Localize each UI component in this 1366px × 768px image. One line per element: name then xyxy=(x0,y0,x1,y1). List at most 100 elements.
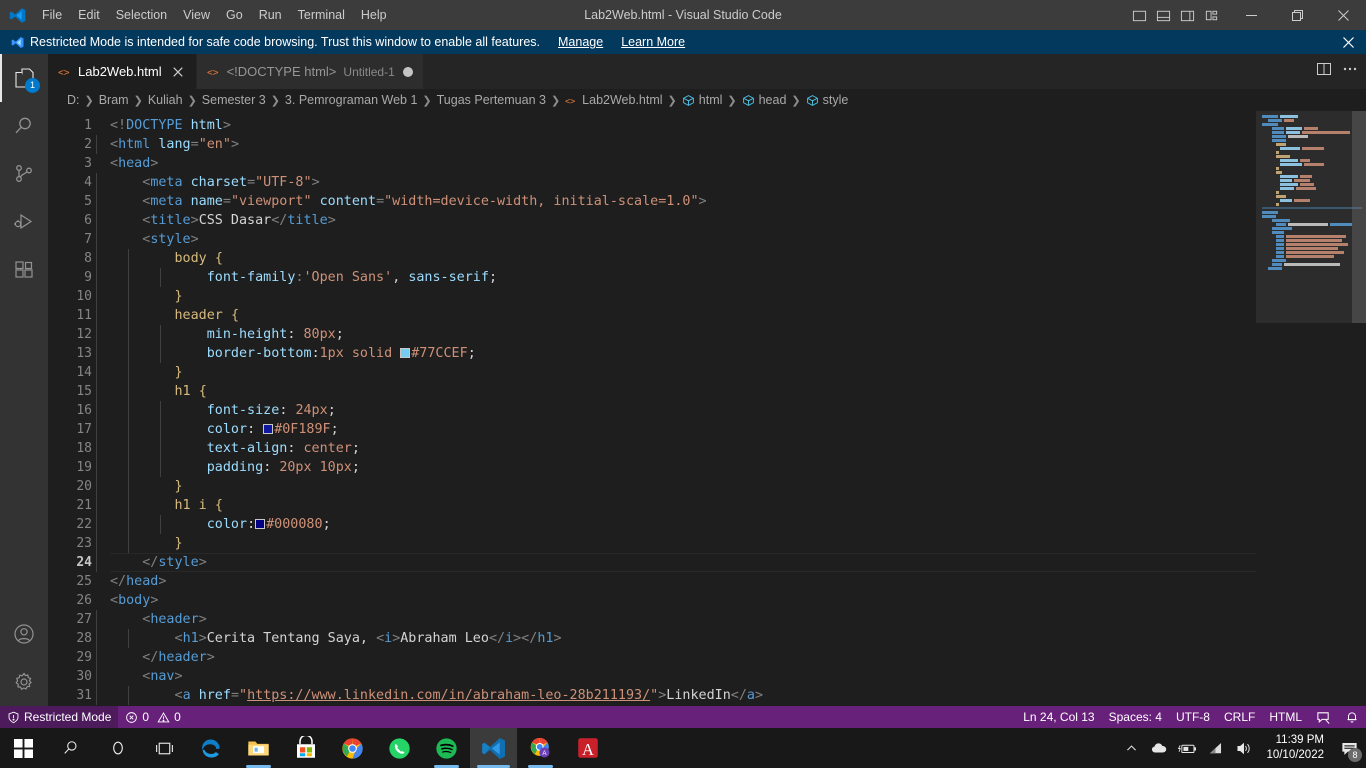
breadcrumb-symbol-style[interactable]: style xyxy=(806,93,848,107)
breadcrumb-item-tugas-pertemuan-3[interactable]: Tugas Pertemuan 3 xyxy=(437,93,546,107)
code-line: 26 <body> xyxy=(48,591,1256,610)
activity-run-and-debug[interactable] xyxy=(0,198,48,246)
banner-manage-link[interactable]: Manage xyxy=(558,35,603,49)
volume-icon[interactable] xyxy=(1230,728,1256,768)
code-editor[interactable]: 1 <!DOCTYPE html> 2 <html lang="en"> 3 <hea… xyxy=(48,111,1366,706)
menu-help[interactable]: Help xyxy=(353,0,395,30)
code-line: 3 <head> xyxy=(48,154,1256,173)
line-number: 26 xyxy=(76,593,92,608)
breadcrumb-item-kuliah[interactable]: Kuliah xyxy=(148,93,183,107)
breadcrumb-separator: ❯ xyxy=(133,94,143,107)
taskbar-clock[interactable]: 11:39 PM 10/10/2022 xyxy=(1258,728,1332,768)
breadcrumb-symbol-head[interactable]: head xyxy=(742,93,786,107)
code-lines: 1 <!DOCTYPE html> 2 <html lang="en"> 3 <hea… xyxy=(48,111,1366,705)
adobe-acrobat-icon[interactable]: A xyxy=(564,728,611,768)
menu-view[interactable]: View xyxy=(175,0,218,30)
close-button[interactable] xyxy=(1320,0,1366,30)
file-explorer-icon[interactable] xyxy=(235,728,282,768)
clock-time: 11:39 PM xyxy=(1275,734,1324,746)
battery-charging-icon[interactable] xyxy=(1174,728,1200,768)
cortana-icon[interactable] xyxy=(94,728,141,768)
status-feedback-icon[interactable] xyxy=(1309,706,1338,728)
line-number: 15 xyxy=(76,384,92,399)
activity-accounts[interactable] xyxy=(0,610,48,658)
split-editor-icon[interactable] xyxy=(1316,61,1332,82)
tab-lab2web-html[interactable]: <> Lab2Web.html xyxy=(48,54,197,89)
svg-text:<>: <> xyxy=(565,96,575,106)
banner-learn-more-link[interactable]: Learn More xyxy=(621,35,685,49)
code-line: 31 <a href="https://www.linkedin.com/in/… xyxy=(48,686,1256,705)
toggle-secondary-sidebar-icon[interactable] xyxy=(1176,4,1198,26)
restricted-mode-label: Restricted Mode xyxy=(24,710,112,724)
activity-explorer[interactable]: 1 xyxy=(0,54,48,102)
microsoft-store-icon[interactable] xyxy=(282,728,329,768)
status-eol[interactable]: CRLF xyxy=(1217,706,1262,728)
activity-manage-settings[interactable] xyxy=(0,658,48,706)
visual-studio-code-icon[interactable] xyxy=(470,728,517,768)
status-notifications-bell-icon[interactable] xyxy=(1338,706,1366,728)
onedrive-icon[interactable] xyxy=(1146,728,1172,768)
line-number: 5 xyxy=(84,194,92,209)
breadcrumb-symbol-html[interactable]: html xyxy=(682,93,723,107)
toggle-primary-sidebar-icon[interactable] xyxy=(1128,4,1150,26)
line-number: 29 xyxy=(76,650,92,665)
line-number: 9 xyxy=(84,270,92,285)
editor-link-url[interactable]: https://www.linkedin.com/in/abraham-leo-… xyxy=(247,688,650,703)
menu-selection[interactable]: Selection xyxy=(108,0,175,30)
more-actions-icon[interactable] xyxy=(1342,61,1358,82)
breadcrumb-item-file[interactable]: <> Lab2Web.html xyxy=(565,93,662,107)
task-view-icon[interactable] xyxy=(141,728,188,768)
spotify-icon[interactable] xyxy=(423,728,470,768)
status-problems[interactable]: 0 0 xyxy=(118,706,187,728)
show-hidden-icons-chevron-icon[interactable] xyxy=(1118,728,1144,768)
chrome-profile-icon[interactable]: A xyxy=(517,728,564,768)
status-cursor-position[interactable]: Ln 24, Col 13 xyxy=(1016,706,1101,728)
tab-dirty-indicator[interactable] xyxy=(402,66,413,77)
tab-description: Untitled-1 xyxy=(343,64,395,79)
line-number: 30 xyxy=(76,669,92,684)
menu-run[interactable]: Run xyxy=(251,0,290,30)
tab-untitled-1[interactable]: <> <!DOCTYPE html> Untitled-1 xyxy=(196,54,424,89)
activity-search[interactable] xyxy=(0,102,48,150)
menu-file[interactable]: File xyxy=(34,0,70,30)
breadcrumb-item-drive[interactable]: D: xyxy=(67,93,80,107)
wifi-icon[interactable] xyxy=(1202,728,1228,768)
color-swatch-0f189f[interactable] xyxy=(263,424,274,434)
color-swatch-000080[interactable] xyxy=(255,519,266,529)
menu-go[interactable]: Go xyxy=(218,0,251,30)
microsoft-edge-icon[interactable] xyxy=(188,728,235,768)
google-chrome-icon[interactable] xyxy=(329,728,376,768)
status-bar-right: Ln 24, Col 13 Spaces: 4 UTF-8 CRLF HTML xyxy=(1016,706,1366,728)
scrollbar-thumb[interactable] xyxy=(1352,111,1366,323)
breadcrumb-separator: ❯ xyxy=(550,94,561,107)
customize-layout-icon[interactable] xyxy=(1200,4,1222,26)
code-line: 11 header { xyxy=(48,306,1256,325)
editor-vertical-scrollbar[interactable] xyxy=(1352,111,1366,706)
notification-center-icon[interactable]: 8 xyxy=(1334,728,1364,768)
breadcrumb-item-semester-3[interactable]: Semester 3 xyxy=(202,93,266,107)
minimize-button[interactable] xyxy=(1228,0,1274,30)
start-button[interactable] xyxy=(0,728,47,768)
toggle-panel-icon[interactable] xyxy=(1152,4,1174,26)
line-number: 27 xyxy=(76,612,92,627)
restore-button[interactable] xyxy=(1274,0,1320,30)
color-swatch-77ccef[interactable] xyxy=(400,348,411,358)
menu-terminal[interactable]: Terminal xyxy=(290,0,353,30)
status-language-mode[interactable]: HTML xyxy=(1262,706,1309,728)
editor-viewport[interactable]: 1 <!DOCTYPE html> 2 <html lang="en"> 3 <hea… xyxy=(48,111,1366,706)
editor-minimap[interactable] xyxy=(1256,111,1366,706)
tab-close-icon[interactable] xyxy=(170,64,186,80)
status-encoding[interactable]: UTF-8 xyxy=(1169,706,1217,728)
search-icon[interactable] xyxy=(47,728,94,768)
breadcrumb-item-bram[interactable]: Bram xyxy=(99,93,129,107)
status-indentation[interactable]: Spaces: 4 xyxy=(1102,706,1169,728)
activity-source-control[interactable] xyxy=(0,150,48,198)
status-restricted-mode[interactable]: Restricted Mode xyxy=(0,706,119,728)
banner-close-icon[interactable] xyxy=(1338,30,1358,54)
activity-extensions[interactable] xyxy=(0,246,48,294)
whatsapp-icon[interactable] xyxy=(376,728,423,768)
menu-edit[interactable]: Edit xyxy=(70,0,108,30)
code-line: 8 body { xyxy=(48,249,1256,268)
breadcrumb-item-pemrograman-web-1[interactable]: 3. Pemrograman Web 1 xyxy=(285,93,417,107)
breadcrumb-label: html xyxy=(698,93,723,107)
